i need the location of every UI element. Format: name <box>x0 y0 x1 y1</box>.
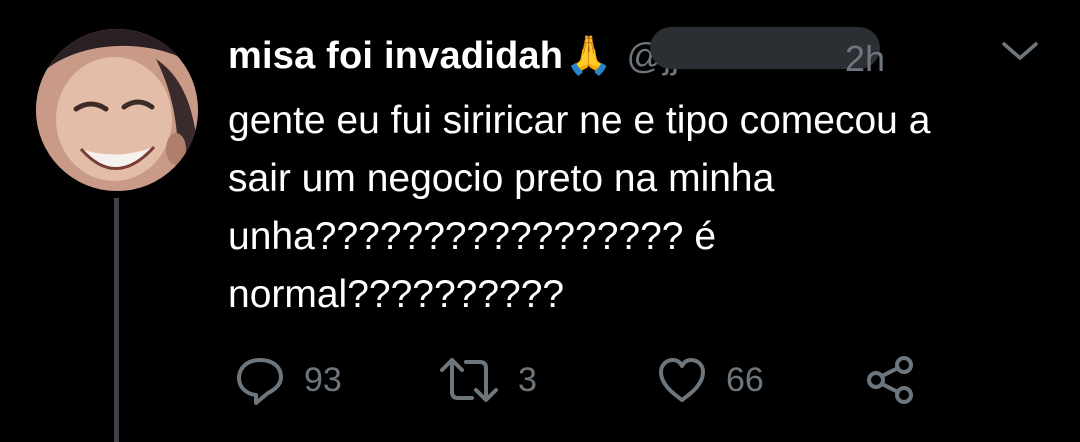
tweet-text: gente eu fui siriricar ne e tipo comecou… <box>228 99 931 316</box>
avatar[interactable] <box>36 29 198 191</box>
reply-icon <box>237 358 283 405</box>
retweet-count: 3 <box>518 360 537 399</box>
more-options-button[interactable] <box>1000 36 1040 66</box>
retweet-button[interactable]: 3 <box>438 352 537 408</box>
reply-count: 93 <box>304 360 342 399</box>
display-name[interactable]: misa foi invadidah <box>228 35 563 78</box>
like-icon <box>659 358 705 402</box>
share-button[interactable] <box>864 352 918 408</box>
tweet-time[interactable]: 2h <box>845 38 885 80</box>
like-button[interactable]: 66 <box>656 352 764 408</box>
chevron-down-icon <box>1002 42 1038 60</box>
share-icon <box>867 356 913 404</box>
reply-button[interactable]: 93 <box>234 352 342 408</box>
praying-hands-emoji: 🙏 <box>565 35 613 77</box>
like-count: 66 <box>726 360 764 399</box>
retweet-icon <box>440 358 498 402</box>
action-bar: 93 3 66 <box>0 352 1080 408</box>
tweet[interactable]: misa foi invadidah 🙏 @jjnoot 2h gente eu… <box>0 0 1080 442</box>
avatar-image <box>36 29 198 191</box>
